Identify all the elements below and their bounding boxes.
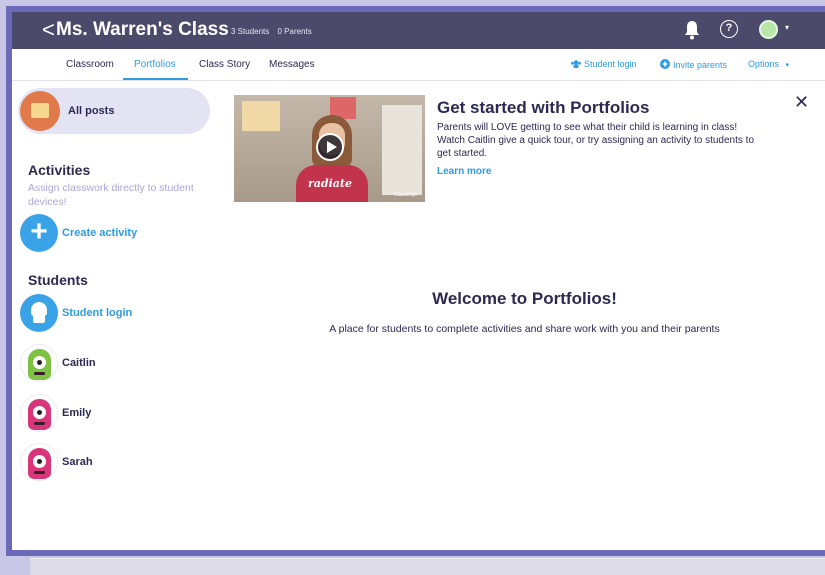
students-count[interactable]: 3 Students (231, 27, 269, 36)
options-menu[interactable]: Options ▾ (748, 59, 789, 69)
plus-circle-icon (660, 59, 670, 69)
active-tab-indicator (123, 78, 188, 80)
activities-description: Assign classwork directly to student dev… (28, 182, 194, 208)
students-icon (571, 60, 581, 68)
students-heading: Students (28, 272, 88, 288)
student-item-emily[interactable]: Emily (20, 394, 220, 434)
student-login-icon (20, 294, 58, 332)
all-posts-item[interactable]: All posts (18, 88, 210, 134)
parents-count[interactable]: 0 Parents (277, 27, 311, 36)
invite-parents-label: Invite parents (673, 60, 728, 70)
student-item-sarah[interactable]: Sarah (20, 443, 220, 483)
student-login-label: Student login (584, 59, 637, 69)
tab-class-story[interactable]: Class Story (199, 59, 250, 70)
close-icon[interactable]: ✕ (794, 93, 809, 111)
tab-messages[interactable]: Messages (269, 59, 315, 70)
invite-parents-button[interactable]: Invite parents (660, 59, 727, 70)
learn-more-link[interactable]: Learn more (437, 166, 491, 177)
monster-avatar-icon (20, 394, 58, 432)
student-name: Emily (62, 407, 92, 419)
tab-classroom[interactable]: Classroom (66, 59, 114, 70)
envelope-icon (20, 91, 60, 131)
top-bar: < Ms. Warren's Class 3 Students 0 Parent… (12, 12, 825, 49)
shirt-text: radiate (308, 177, 352, 190)
student-login-label: Student login (62, 307, 133, 319)
student-login-item[interactable]: Student login (20, 294, 220, 334)
help-icon[interactable]: ? (720, 20, 738, 38)
tab-bar: Classroom Portfolios Class Story Message… (12, 49, 825, 81)
intro-title: Get started with Portfolios (437, 98, 650, 117)
bottom-strip (30, 558, 825, 575)
student-item-caitlin[interactable]: Caitlin (20, 344, 220, 384)
class-title: Ms. Warren's Class (56, 19, 229, 40)
student-login-button[interactable]: Student login (571, 59, 637, 69)
video-watermark: ClassDojo (394, 192, 417, 198)
plus-icon: + (20, 214, 58, 252)
activities-heading: Activities (28, 162, 91, 178)
student-name: Caitlin (62, 357, 96, 369)
app-window: < Ms. Warren's Class 3 Students 0 Parent… (12, 12, 825, 550)
class-counts: 3 Students 0 Parents (231, 27, 318, 36)
monster-avatar-icon (20, 443, 58, 481)
welcome-subtitle: A place for students to complete activit… (329, 323, 720, 335)
play-icon[interactable] (316, 133, 344, 161)
create-activity-button[interactable]: + Create activity (20, 214, 220, 254)
chevron-down-icon: ▾ (785, 62, 790, 69)
notification-bell-icon[interactable] (684, 20, 700, 40)
create-activity-label: Create activity (62, 227, 138, 239)
tab-portfolios[interactable]: Portfolios (134, 59, 176, 70)
intro-body: Parents will LOVE getting to see what th… (437, 122, 755, 159)
all-posts-label: All posts (68, 105, 115, 117)
student-name: Sarah (62, 456, 93, 468)
welcome-title: Welcome to Portfolios! (432, 289, 617, 308)
tour-video-thumbnail[interactable]: radiate ClassDojo (234, 95, 425, 202)
sidebar: All posts Activities Assign classwork di… (12, 81, 224, 550)
user-avatar[interactable] (759, 20, 778, 39)
chevron-down-icon[interactable]: ▾ (785, 23, 789, 32)
main-content: radiate ClassDojo Get started with Portf… (224, 81, 825, 550)
monster-avatar-icon (20, 344, 58, 382)
back-chevron-icon[interactable]: < (42, 18, 55, 42)
options-label: Options (748, 59, 780, 69)
